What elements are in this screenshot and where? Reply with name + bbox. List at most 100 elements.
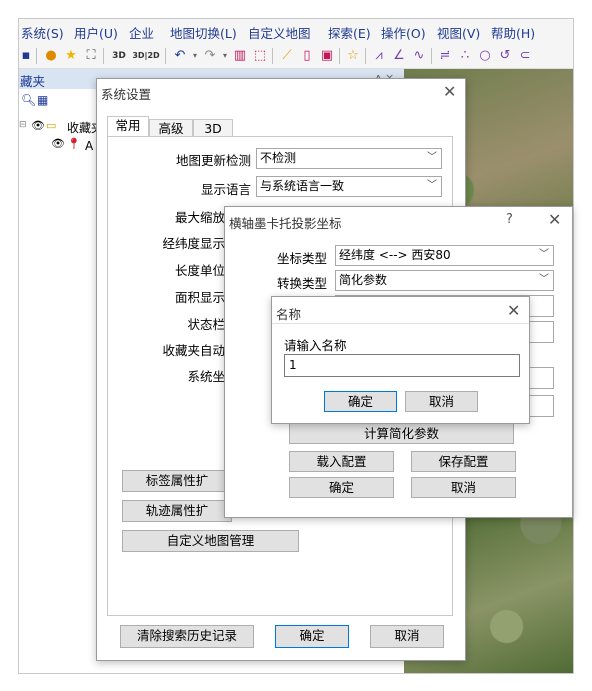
tab-general[interactable]: 常用 [107, 116, 149, 137]
convert-type-select[interactable]: 简化参数 ﹀ [335, 270, 554, 291]
language-select[interactable]: 与系统语言一致 ﹀ [256, 176, 442, 197]
settings-ok-button[interactable]: 确定 [275, 625, 349, 648]
toolbar: ▪ ● ★ ⛶ 3D 3D|2D ↶ ▾ ↷ ▾ ▥ ⬚ ⟋ ▯ ▣ ☆ ⩘ ∠… [19, 43, 573, 69]
coord-type-label: 坐标类型 [276, 251, 327, 266]
help-icon[interactable]: ? [506, 212, 513, 227]
toolbar-separator [103, 48, 104, 64]
user-icon[interactable]: ● [43, 47, 59, 65]
tree-expander-icon[interactable]: ⊟ [19, 120, 27, 130]
select-box-icon[interactable]: ⬚ [252, 47, 268, 65]
map-update-value: 不检测 [260, 151, 297, 165]
ring-icon[interactable]: ⊂ [517, 47, 533, 65]
toolbar-separator [36, 48, 37, 64]
favorites-auto-label: 收藏夹自动 [162, 343, 225, 358]
chevron-down-icon[interactable]: ▾ [220, 47, 230, 65]
name-cancel-button[interactable]: 取消 [405, 391, 478, 412]
dialog-title: 名称 [276, 307, 302, 322]
clear-search-history-button[interactable]: 清除搜索历史记录 [120, 625, 254, 648]
curve-icon[interactable]: ∿ [411, 47, 427, 65]
map-update-label: 地图更新检测 [175, 153, 251, 168]
menu-system[interactable]: 系统(S) [21, 23, 64, 42]
name-ok-button[interactable]: 确定 [324, 391, 397, 412]
toolbar-separator [272, 48, 273, 64]
close-icon[interactable]: ✕ [507, 301, 520, 320]
menu-custom-map[interactable]: 自定义地图 [248, 23, 311, 42]
menu-enterprise[interactable]: 企业 [129, 23, 154, 42]
chevron-down-icon: ﹀ [539, 274, 549, 285]
pin-icon: 📍︎ [67, 137, 81, 150]
name-input-dialog: 名称 ✕ 请输入名称 1 确定 取消 [271, 296, 530, 424]
custom-map-manage-button[interactable]: 自定义地图管理 [122, 530, 299, 552]
tab-3d[interactable]: 3D [193, 119, 233, 137]
points-icon[interactable]: ∴ [457, 47, 473, 65]
search-icon[interactable]: 🔍︎ [21, 93, 36, 107]
menu-help[interactable]: 帮助(H) [491, 23, 535, 42]
tab-advanced[interactable]: 高级 [149, 119, 193, 137]
load-config-button[interactable]: 载入配置 [289, 451, 394, 472]
save-config-button[interactable]: 保存配置 [411, 451, 516, 472]
arc-icon[interactable]: ↺ [497, 47, 513, 65]
status-bar-label: 状态栏 [187, 317, 225, 332]
close-icon[interactable]: ✕ [443, 82, 456, 101]
polyline-icon[interactable]: ⩘ [371, 47, 387, 65]
ruler-icon[interactable]: ⟋ [279, 47, 295, 65]
convert-type-label: 转换类型 [276, 276, 327, 291]
label-attribute-ext-button[interactable]: 标签属性扩 [122, 470, 232, 492]
chevron-down-icon[interactable]: ▾ [190, 47, 200, 65]
bookmark-icon[interactable]: ▯ [299, 47, 315, 65]
redo-icon[interactable]: ↷ [202, 47, 218, 65]
dialog-title: 系统设置 [101, 87, 152, 102]
coord-type-value: 经纬度 <--> 西安80 [339, 248, 451, 262]
latlng-display-label: 经纬度显示 [162, 236, 225, 251]
tree-view-icon[interactable]: ▦ [37, 93, 48, 107]
menu-user[interactable]: 用户(U) [74, 23, 118, 42]
eye-icon[interactable]: 👁︎ [51, 137, 65, 150]
star-icon[interactable]: ★ [63, 47, 79, 65]
menu-explore[interactable]: 探索(E) [328, 23, 371, 42]
name-prompt: 请输入名称 [284, 338, 347, 353]
chevron-down-icon: ﹀ [427, 180, 437, 191]
toolbar-separator [165, 48, 166, 64]
chevron-down-icon: ﹀ [539, 249, 549, 260]
divider [272, 323, 529, 324]
menu-operation[interactable]: 操作(O) [381, 23, 426, 42]
length-unit-label: 长度单位 [174, 263, 225, 278]
undo-icon[interactable]: ↶ [172, 47, 188, 65]
3d-button[interactable]: 3D [108, 47, 130, 65]
delete-icon[interactable]: ▥ [232, 47, 248, 65]
menu-map-switch[interactable]: 地图切换(L) [170, 23, 237, 42]
angle-icon[interactable]: ∠ [391, 47, 407, 65]
folder-icon: ▭ [46, 119, 57, 132]
toolbar-separator [365, 48, 366, 64]
menu-view[interactable]: 视图(V) [437, 23, 480, 42]
calc-simplified-params-button[interactable]: 计算简化参数 [289, 423, 514, 444]
circle-icon[interactable]: ○ [477, 47, 493, 65]
save-icon[interactable]: ▪ [19, 47, 33, 65]
convert-type-value: 简化参数 [339, 273, 388, 287]
track-attribute-ext-button[interactable]: 轨迹属性扩 [122, 500, 232, 522]
window-icon[interactable]: ▣ [319, 47, 335, 65]
map-update-select[interactable]: 不检测 ﹀ [256, 148, 442, 169]
coord-type-select[interactable]: 经纬度 <--> 西安80 ﹀ [335, 245, 554, 266]
chevron-down-icon: ﹀ [427, 152, 437, 163]
area-display-label: 面积显示 [174, 290, 225, 305]
close-icon[interactable]: ✕ [548, 210, 561, 229]
tree-child-label[interactable]: A [85, 139, 93, 153]
language-label: 显示语言 [200, 182, 251, 197]
favorites-panel-title: 藏夹 [20, 74, 46, 89]
utm-cancel-button[interactable]: 取消 [411, 477, 516, 498]
menu-bar: 系统(S) 用户(U) 企业 地图切换(L) 自定义地图 探索(E) 操作(O)… [19, 19, 573, 43]
settings-cancel-button[interactable]: 取消 [370, 625, 444, 648]
name-input[interactable]: 1 [284, 354, 520, 377]
parallel-lines-icon[interactable]: ≓ [437, 47, 453, 65]
utm-ok-button[interactable]: 确定 [289, 477, 394, 498]
3d-2d-toggle-button[interactable]: 3D|2D [132, 47, 160, 65]
eye-icon[interactable]: 👁︎ [31, 119, 45, 132]
star-add-icon[interactable]: ☆ [345, 47, 361, 65]
system-coord-label: 系统坐 [187, 369, 225, 384]
toolbar-separator [339, 48, 340, 64]
dialog-title: 横轴墨卡托投影坐标 [229, 216, 342, 231]
max-zoom-label: 最大缩放 [174, 210, 225, 225]
toolbar-separator [431, 48, 432, 64]
binoculars-icon[interactable]: ⛶ [83, 47, 99, 65]
